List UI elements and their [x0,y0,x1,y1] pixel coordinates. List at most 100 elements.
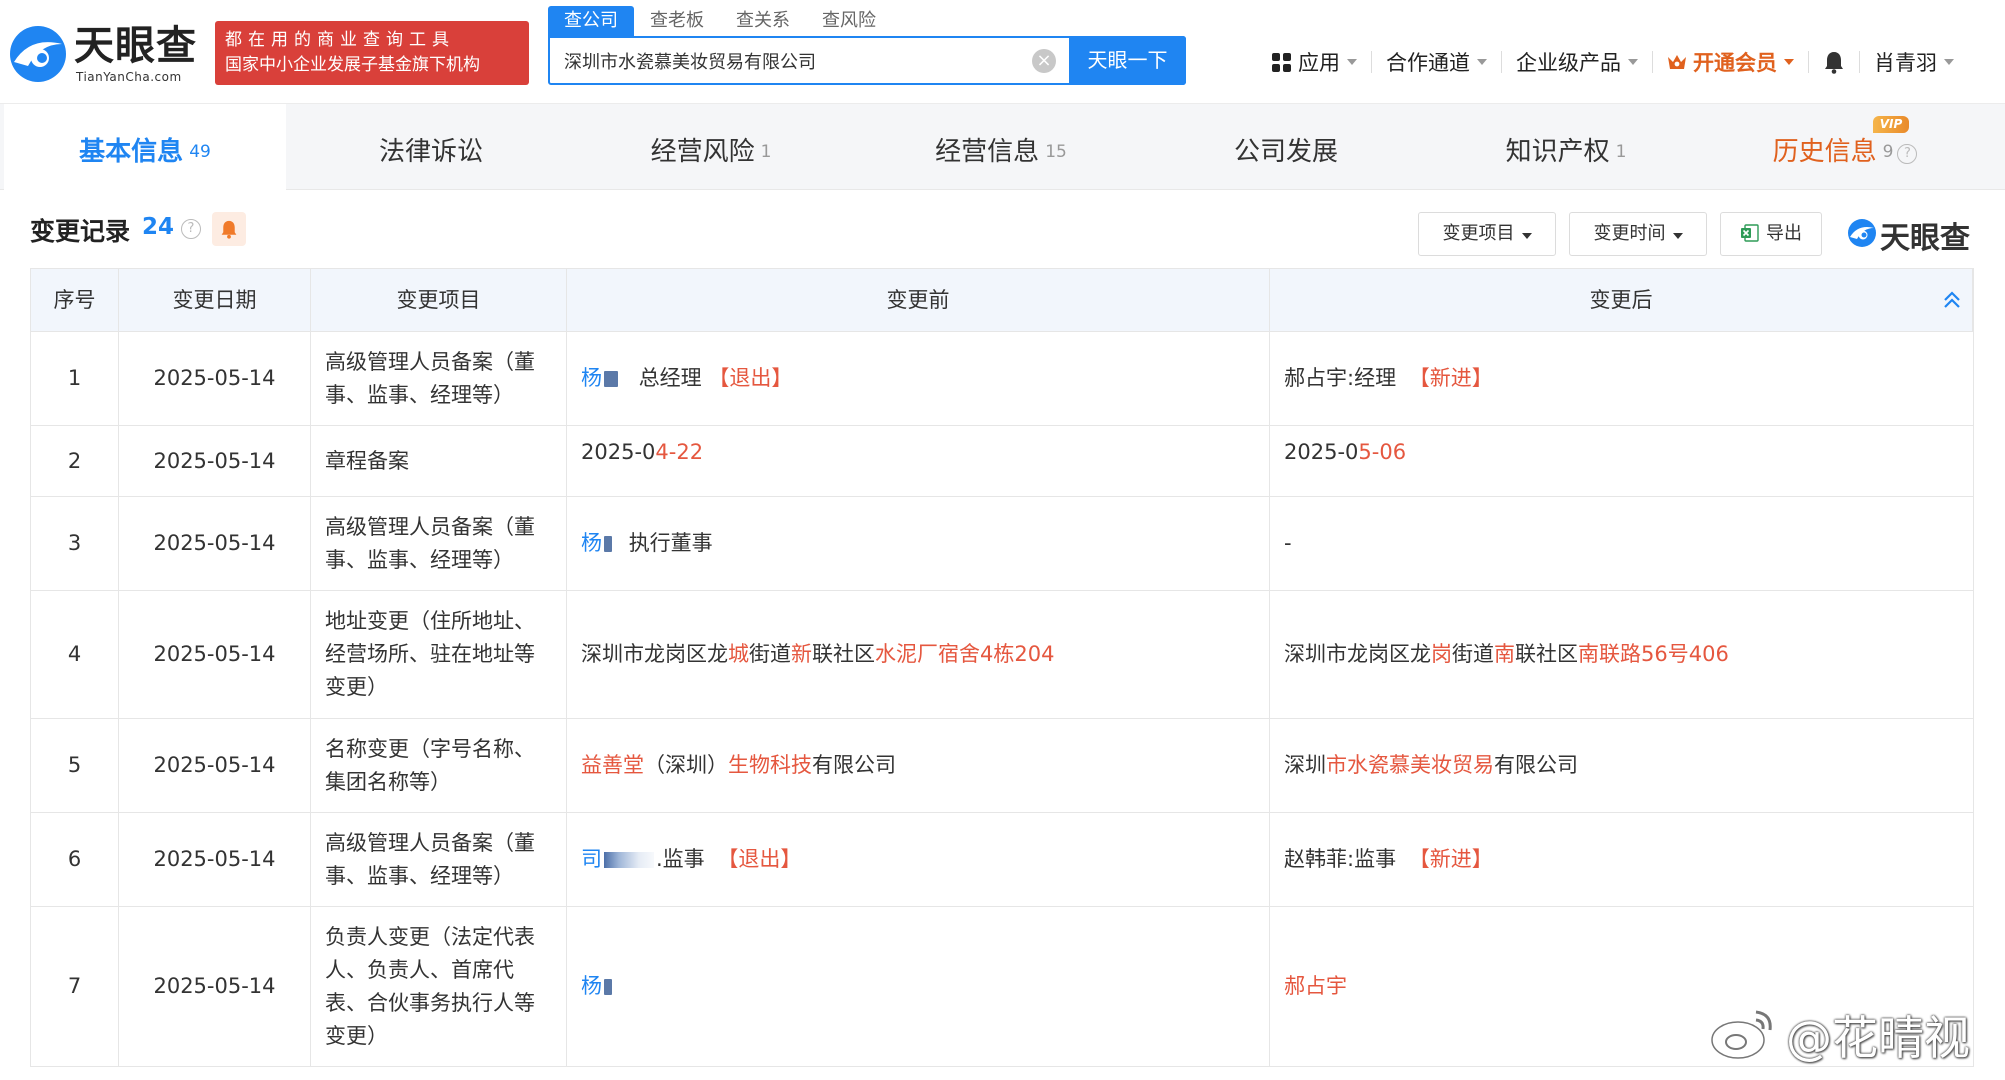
search-type-tabs: 查公司 查老板 查关系 查风险 [548,6,892,36]
row-item: 高级管理人员备案（董事、监事、经理等） [311,332,567,425]
exit-tag: 【退出】 [708,366,793,390]
chevron-down-icon [1521,233,1532,239]
redacted-block [604,536,612,552]
search-input[interactable] [564,38,1044,83]
brand-text: 天眼查 [1880,221,1970,256]
search-tab-relation[interactable]: 查关系 [720,6,806,36]
redacted-block [604,371,618,387]
row-before: 杨 总经理 【退出】 [567,332,1270,425]
row-date: 2025-05-14 [119,591,311,718]
weibo-watermark: @花晴视 [1708,1000,1998,1065]
export-button[interactable]: 导出 [1720,212,1822,256]
help-icon[interactable]: ? [1897,144,1918,164]
row-item: 负责人变更（法定代表人、负责人、首席代表、合伙事务执行人等变更） [311,907,567,1066]
nav-enterprise[interactable]: 企业级产品 [1502,44,1652,80]
nav-partner[interactable]: 合作通道 [1372,44,1501,80]
new-tag: 【新进】 [1408,847,1493,871]
section-title: 变更记录 [30,217,131,246]
search-box: × 天眼一下 [548,36,1186,85]
table-row: 6 2025-05-14 高级管理人员备案（董事、监事、经理等） 司 .监事 【退… [31,813,1973,907]
monitor-bell-button[interactable] [212,212,246,246]
search-tab-company[interactable]: 查公司 [548,6,634,36]
row-index: 1 [31,332,119,425]
chevron-down-icon [1672,233,1683,239]
top-nav: 应用 合作通道 企业级产品 开通会员 肖青羽 [1258,44,1968,80]
row-after: 深圳市龙岗区龙岗街道南联社区南联路56号406 [1270,591,1973,718]
collapse-up-icon[interactable] [1941,289,1963,311]
row-after: 郝占宇:经理 【新进】 [1270,332,1973,425]
table-row: 2 2025-05-14 章程备案 2025-04-22 2025-05-06 [31,426,1973,497]
date-diff: 5-06 [1358,440,1407,464]
address-diff: 南联路56号406 [1578,642,1729,666]
role-text: 总经理 [638,366,702,390]
row-date: 2025-05-14 [119,426,311,496]
date-part: 2025-0 [1284,440,1359,464]
row-index: 5 [31,719,119,812]
row-after: 深圳市水瓷慕美妆贸易有限公司 [1270,719,1973,812]
person-link[interactable]: 杨 [581,974,602,998]
filter-change-time-dropdown[interactable]: 变更时间 [1569,212,1707,256]
search-tab-boss[interactable]: 查老板 [634,6,720,36]
tab-history[interactable]: 历史信息 9? [1700,104,1990,190]
chevron-down-icon [1347,59,1357,65]
row-index: 7 [31,907,119,1066]
chevron-down-icon [1944,59,1954,65]
tab-label: 法律诉讼 [378,137,483,167]
clear-icon[interactable]: × [1032,49,1056,73]
new-tag: 【新进】 [1408,366,1493,390]
top-header: 天眼查 TianYanCha.com 都在用的商业查询工具 国家中小企业发展子基… [0,0,2005,104]
name-part: 有限公司 [812,753,896,777]
crown-icon [1668,55,1686,69]
nav-vip[interactable]: 开通会员 [1653,44,1808,80]
tab-development[interactable]: 公司发展 [1145,104,1427,190]
tab-label: 经营信息 [935,137,1040,167]
table-row: 5 2025-05-14 名称变更（字号名称、集团名称等） 益善堂（深圳）生物科… [31,719,1973,813]
tianyancha-logo[interactable]: 天眼查 TianYanCha.com [6,22,206,86]
filter-label: 变更项目 [1442,223,1515,244]
help-icon[interactable]: ? [181,219,201,239]
nav-notifications[interactable] [1809,44,1859,80]
nav-apps[interactable]: 应用 [1258,44,1371,80]
nav-apps-label: 应用 [1298,51,1340,75]
logo-domain: TianYanCha.com [76,70,182,84]
person-link[interactable]: 郝占宇 [1284,970,1347,1003]
person-link[interactable]: 司 [581,847,602,871]
nav-user[interactable]: 肖青羽 [1860,44,1968,80]
row-item: 高级管理人员备案（董事、监事、经理等） [311,813,567,906]
person-link[interactable]: 杨 [581,531,602,555]
tab-business-risk[interactable]: 经营风险 1 [570,104,852,190]
row-index: 2 [31,426,119,496]
person-link[interactable]: 杨 [581,366,602,390]
col-index: 序号 [31,269,119,331]
tab-label: 公司发展 [1233,137,1338,167]
date-diff: 4-22 [655,440,704,464]
row-before: 深圳市龙岗区龙城街道新联社区水泥厂宿舍4栋204 [567,591,1270,718]
address-part: 深圳市龙岗区龙 [581,642,728,666]
date-part: 2025-0 [581,440,656,464]
search-button[interactable]: 天眼一下 [1069,36,1186,85]
address-part: 深圳市龙岗区龙 [1284,642,1431,666]
filter-change-item-dropdown[interactable]: 变更项目 [1418,212,1556,256]
tab-ip[interactable]: 知识产权 1 [1425,104,1707,190]
row-after: 赵韩菲:监事 【新进】 [1270,813,1973,906]
chevron-down-icon [1628,59,1638,65]
search-tab-risk[interactable]: 查风险 [806,6,892,36]
tab-business-info[interactable]: 经营信息 15 [860,104,1142,190]
tab-label: 历史信息 [1772,137,1877,167]
row-before: 杨 执行董事 [567,497,1270,590]
col-after: 变更后 [1270,269,1973,331]
person-role-text: 郝占宇:经理 [1284,366,1397,390]
name-part: （深圳） [644,753,728,777]
tab-basic-info[interactable]: 基本信息 49 [4,104,286,190]
company-tabs: 基本信息 49 法律诉讼 经营风险 1 经营信息 15 公司发展 知识产权 1 历史信息… [0,104,2005,190]
row-index: 6 [31,813,119,906]
tab-legal[interactable]: 法律诉讼 [290,104,572,190]
table-header: 序号 变更日期 变更项目 变更前 变更后 [31,269,1973,332]
address-diff: 水泥厂宿舍4栋204 [875,642,1055,666]
slogan-line-2: 国家中小企业发展子基金旗下机构 [225,55,480,75]
row-after: 2025-05-06 [1270,426,1973,496]
row-item: 高级管理人员备案（董事、监事、经理等） [311,497,567,590]
name-diff: 生物科技 [728,753,812,777]
col-item: 变更项目 [311,269,567,331]
table-row: 4 2025-05-14 地址变更（住所地址、经营场所、驻在地址等变更） 深圳市… [31,591,1973,719]
